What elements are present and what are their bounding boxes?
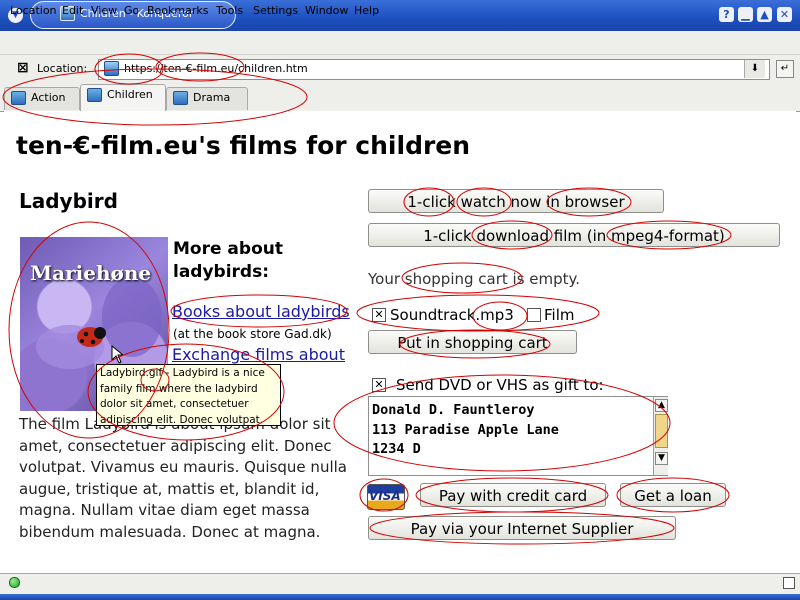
tab-children[interactable]: Children [80, 84, 166, 111]
store-note: (at the book store Gad.dk) [173, 327, 332, 341]
menu-bookmarks[interactable]: Bookmarks [147, 4, 208, 17]
more-about-heading: More about ladybirds: [173, 239, 283, 282]
page-favicon-icon [104, 61, 119, 76]
location-label: Location: [37, 62, 88, 75]
put-in-cart-button[interactable]: Put in shopping cart [368, 330, 577, 354]
go-icon[interactable]: ↵ [776, 60, 794, 78]
menu-tools[interactable]: Tools [216, 4, 243, 17]
watch-in-browser-button[interactable]: 1-click watch now in browser [368, 189, 664, 213]
window-bottom-border [0, 594, 800, 600]
get-loan-button[interactable]: Get a loan [620, 483, 726, 507]
gift-address-text: Donald D. Fauntleroy 113 Paradise Apple … [372, 402, 559, 457]
menu-window[interactable]: Window [305, 4, 348, 17]
clear-location-icon[interactable]: ⊠ [17, 61, 32, 76]
soundtrack-checkbox[interactable]: ✕ [372, 308, 386, 322]
menu-location[interactable]: Location [10, 4, 57, 17]
mouse-cursor-icon [111, 345, 125, 364]
status-bar [0, 573, 800, 595]
pay-internet-supplier-button[interactable]: Pay via your Internet Supplier [368, 516, 676, 540]
film-checkbox[interactable] [527, 308, 541, 322]
menubar [0, 31, 800, 55]
location-dropdown-icon[interactable]: ⬇ [744, 60, 765, 78]
image-tooltip: Ladybird.gif - Ladybird is a nice family… [96, 364, 281, 426]
page-title: ten-€-film.eu's films for children [16, 131, 471, 160]
menu-settings[interactable]: Settings [253, 4, 298, 17]
resize-grip-icon[interactable] [783, 577, 795, 589]
books-about-ladybirds-link[interactable]: Books about ladybirds [172, 302, 350, 321]
scroll-thumb[interactable] [655, 414, 668, 448]
download-film-button[interactable]: 1-click download film (in mpeg4-format) [368, 223, 780, 247]
film-title: Ladybird [19, 189, 118, 213]
visa-label: VISA [369, 489, 401, 503]
scroll-down-icon[interactable]: ▼ [655, 452, 668, 465]
soundtrack-label: Soundtrack.mp3 [390, 306, 514, 324]
exchange-films-link[interactable]: Exchange films about [172, 345, 345, 364]
maximize-icon[interactable]: ▲ [757, 7, 772, 22]
film-label: Film [544, 306, 575, 324]
shopping-cart-status: Your shopping cart is empty. [368, 270, 581, 288]
tab-drama[interactable]: Drama [166, 87, 248, 110]
help-icon[interactable]: ? [719, 7, 734, 22]
location-url: https://ten-€-film.eu/children.htm [124, 62, 308, 75]
gift-checkbox[interactable]: ✕ [372, 378, 386, 392]
menu-help[interactable]: Help [354, 4, 379, 17]
tab-drama-icon [173, 91, 188, 105]
pay-credit-card-button[interactable]: Pay with credit card [420, 483, 606, 507]
menu-view[interactable]: View [91, 4, 117, 17]
menu-go[interactable]: Go [124, 4, 139, 17]
close-icon[interactable]: ✕ [777, 7, 792, 22]
tab-action[interactable]: Action [4, 87, 80, 110]
photo-caption: Mariehøne [30, 261, 152, 285]
minimize-icon[interactable]: ▁ [738, 7, 753, 22]
gift-label: Send DVD or VHS as gift to: [396, 376, 604, 394]
connection-status-icon [9, 577, 20, 588]
tab-children-icon [87, 88, 102, 102]
scroll-up-icon[interactable]: ▲ [655, 399, 668, 412]
menu-edit[interactable]: Edit [62, 4, 83, 17]
tab-action-icon [11, 91, 26, 105]
film-description: The film Ladybird is about ipsum dolor s… [19, 415, 347, 541]
